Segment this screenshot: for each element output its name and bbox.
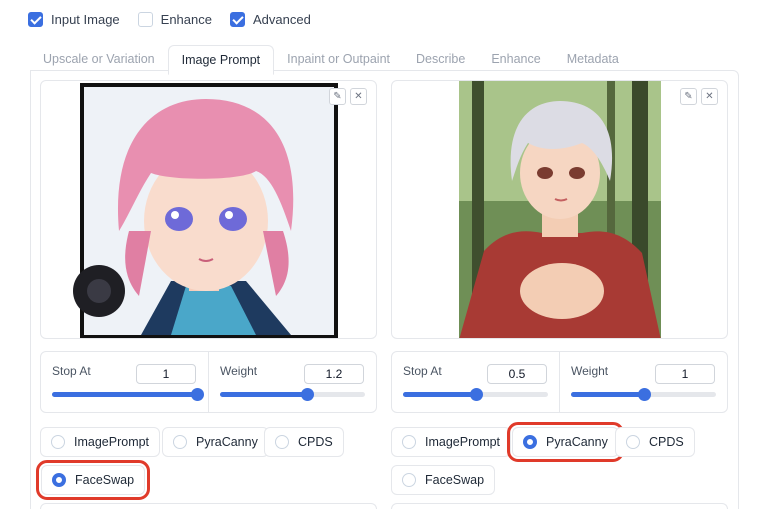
checkbox-label: Advanced [252,12,311,27]
radio-pyracanny-2[interactable]: PyraCanny [507,422,624,462]
radio-label: FaceSwap [75,473,135,487]
weight-input[interactable]: 1.2 [304,364,364,384]
radio-cpds-1[interactable]: CPDS [264,427,344,457]
tab-inpaint-or-outpaint[interactable]: Inpaint or Outpaint [274,45,403,75]
next-panel-edge [391,503,728,509]
tab-bar: Upscale or Variation Image Prompt Inpain… [30,45,632,75]
pencil-icon[interactable]: ✎ [329,88,346,105]
stop-at-slider-1: Stop At 1 [41,352,208,412]
radio-indicator[interactable] [402,435,416,449]
radio-label: ImagePrompt [425,435,501,449]
stop-at-input[interactable]: 0.5 [487,364,547,384]
enhance-checkbox[interactable]: Enhance [137,12,212,27]
stop-at-input[interactable]: 1 [136,364,196,384]
radio-indicator[interactable] [275,435,289,449]
top-options: Input Image Enhance Advanced [28,12,311,27]
slider-track[interactable] [220,388,365,401]
slider-fill [571,392,644,397]
close-icon[interactable]: ✕ [350,88,367,105]
image-actions: ✎ ✕ [329,88,367,105]
stop-at-slider-2: Stop At 0.5 [392,352,559,412]
weight-label: Weight [571,364,609,378]
slider-handle[interactable] [301,388,314,401]
pencil-icon[interactable]: ✎ [680,88,697,105]
slider-fill [220,392,307,397]
uploaded-image-1 [73,83,338,338]
slider-track[interactable] [52,388,204,401]
weight-label: Weight [220,364,258,378]
radio-indicator[interactable] [626,435,640,449]
radio-cpds-2[interactable]: CPDS [615,427,695,457]
stop-at-label: Stop At [403,364,442,378]
advanced-checkbox[interactable]: Advanced [229,12,311,27]
checkbox-indicator[interactable] [28,12,43,27]
input-image-checkbox[interactable]: Input Image [28,12,120,27]
uploaded-image-2 [459,81,661,338]
image-input-2[interactable]: ✎ ✕ [391,80,728,339]
image-actions: ✎ ✕ [680,88,718,105]
tab-upscale-or-variation[interactable]: Upscale or Variation [30,45,168,75]
radio-indicator[interactable] [52,473,66,487]
radio-label: PyraCanny [196,435,258,449]
tab-enhance[interactable]: Enhance [478,45,553,75]
slider-panel-2: Stop At 0.5 Weight 1 [391,351,728,413]
radio-imageprompt-1[interactable]: ImagePrompt [40,427,161,457]
slider-handle[interactable] [191,388,204,401]
tab-image-prompt[interactable]: Image Prompt [167,45,275,75]
radio-indicator[interactable] [523,435,537,449]
slider-panel-1: Stop At 1 Weight 1.2 [40,351,377,413]
tab-metadata[interactable]: Metadata [554,45,632,75]
radio-faceswap-2[interactable]: FaceSwap [391,465,496,495]
radio-label: CPDS [298,435,333,449]
weight-input[interactable]: 1 [655,364,715,384]
radio-label: CPDS [649,435,684,449]
radio-indicator[interactable] [402,473,416,487]
weight-slider-2: Weight 1 [560,352,727,412]
radio-label: FaceSwap [425,473,485,487]
slider-fill [52,392,197,397]
image-input-1[interactable]: ✎ ✕ [40,80,377,339]
checkbox-indicator[interactable] [229,12,245,27]
close-icon[interactable]: ✕ [701,88,718,105]
checkbox-label: Input Image [51,12,120,27]
checkbox-label: Enhance [160,12,212,27]
slider-fill [403,392,476,397]
radio-pyracanny-1[interactable]: PyraCanny [162,427,269,457]
radio-label: ImagePrompt [74,435,150,449]
tab-describe[interactable]: Describe [403,45,478,75]
slider-track[interactable] [403,388,548,401]
radio-imageprompt-2[interactable]: ImagePrompt [391,427,512,457]
checkbox-indicator[interactable] [137,12,153,27]
radio-faceswap-1[interactable]: FaceSwap [35,460,151,500]
next-panel-edge [40,503,377,509]
weight-slider-1: Weight 1.2 [209,352,376,412]
radio-label: PyraCanny [546,435,608,449]
slider-handle[interactable] [469,388,483,401]
radio-indicator[interactable] [51,435,65,449]
slider-handle[interactable] [637,388,651,401]
slider-track[interactable] [571,388,716,401]
stop-at-label: Stop At [52,364,91,378]
radio-indicator[interactable] [173,435,187,449]
